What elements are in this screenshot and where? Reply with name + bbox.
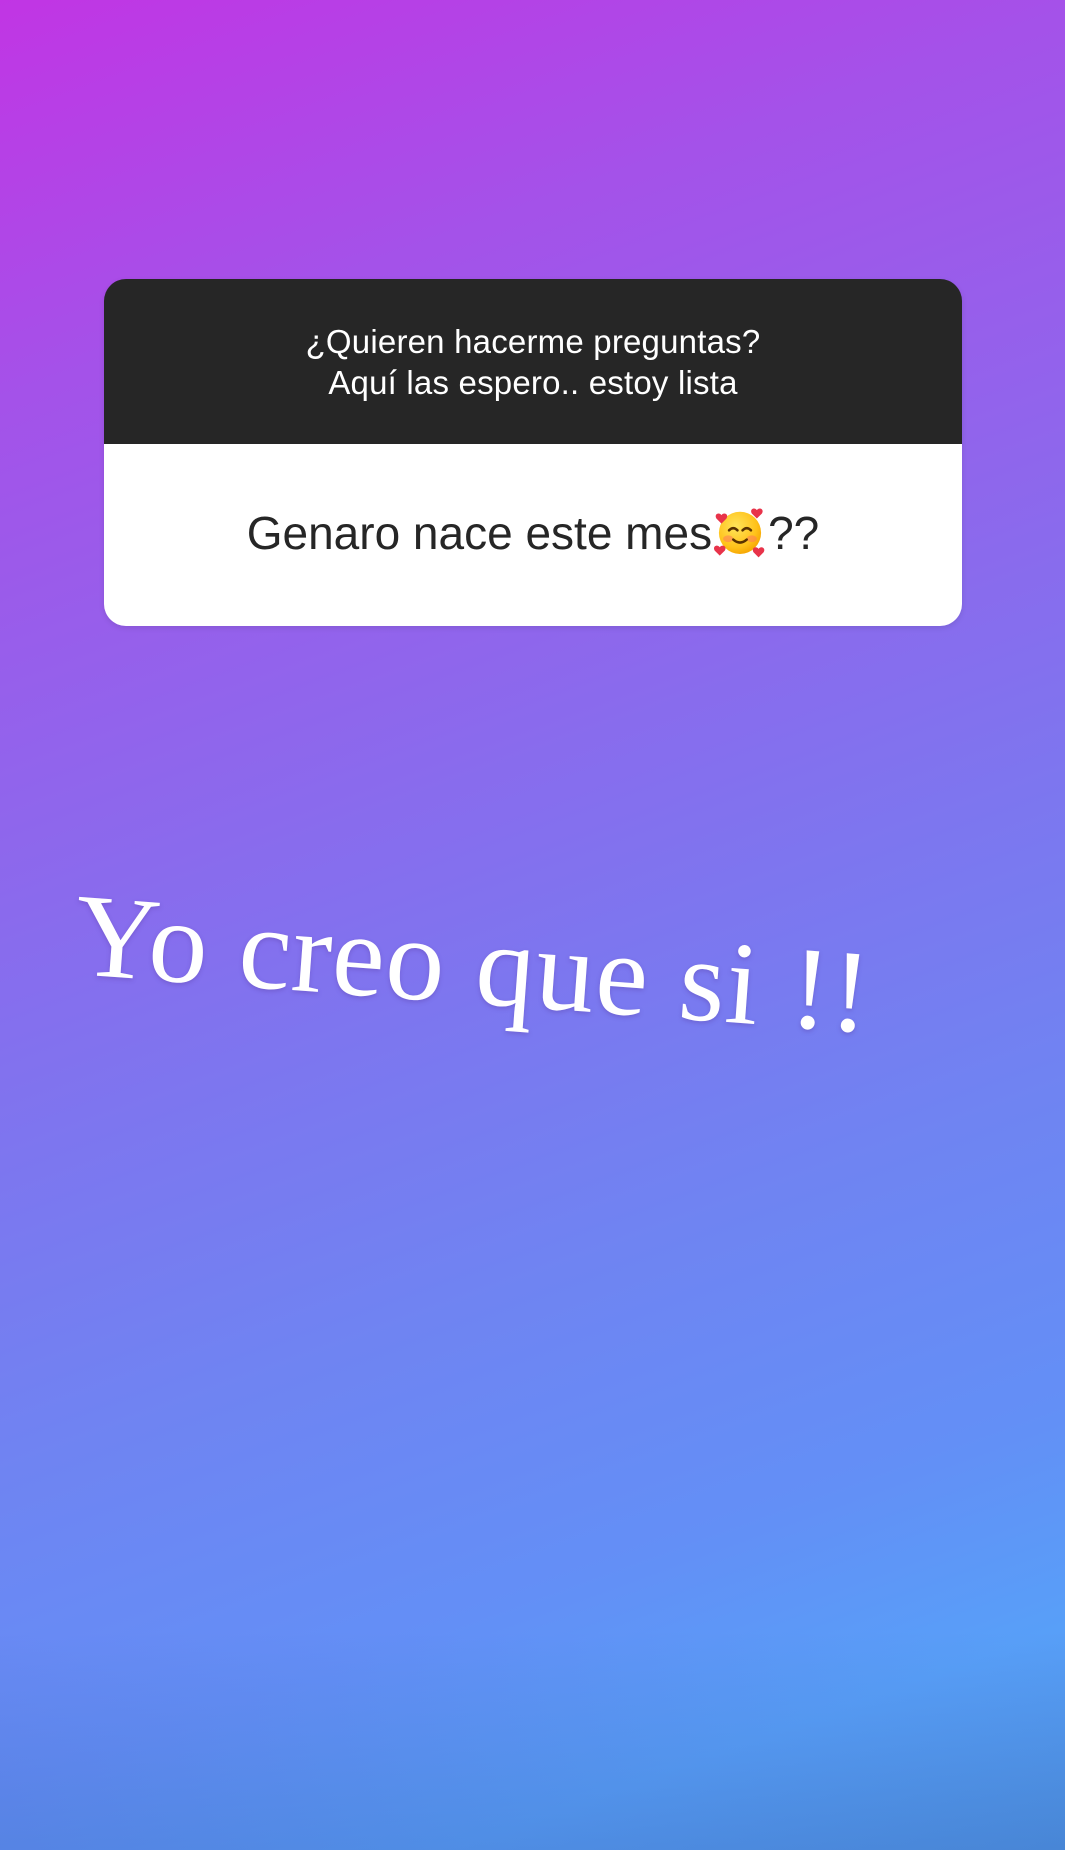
answer-text-main: Genaro nace este mes — [246, 507, 713, 559]
prompt-line-1: ¿Quieren hacerme preguntas? — [305, 322, 761, 360]
question-sticker-answer: Genaro nace este mes ?? — [104, 444, 962, 626]
question-sticker-prompt: ¿Quieren hacerme preguntas? Aquí las esp… — [104, 279, 962, 444]
prompt-line-2: Aquí las espero.. estoy lista — [328, 363, 738, 401]
answer-text: Genaro nace este mes ?? — [247, 505, 820, 561]
question-sticker[interactable]: ¿Quieren hacerme preguntas? Aquí las esp… — [104, 279, 962, 626]
reply-overlay-text: Yo creo que si !! — [70, 869, 876, 1059]
answer-text-suffix: ?? — [768, 507, 820, 559]
smiling-face-with-hearts-icon — [714, 508, 765, 558]
story-canvas: ¿Quieren hacerme preguntas? Aquí las esp… — [0, 0, 1065, 1850]
